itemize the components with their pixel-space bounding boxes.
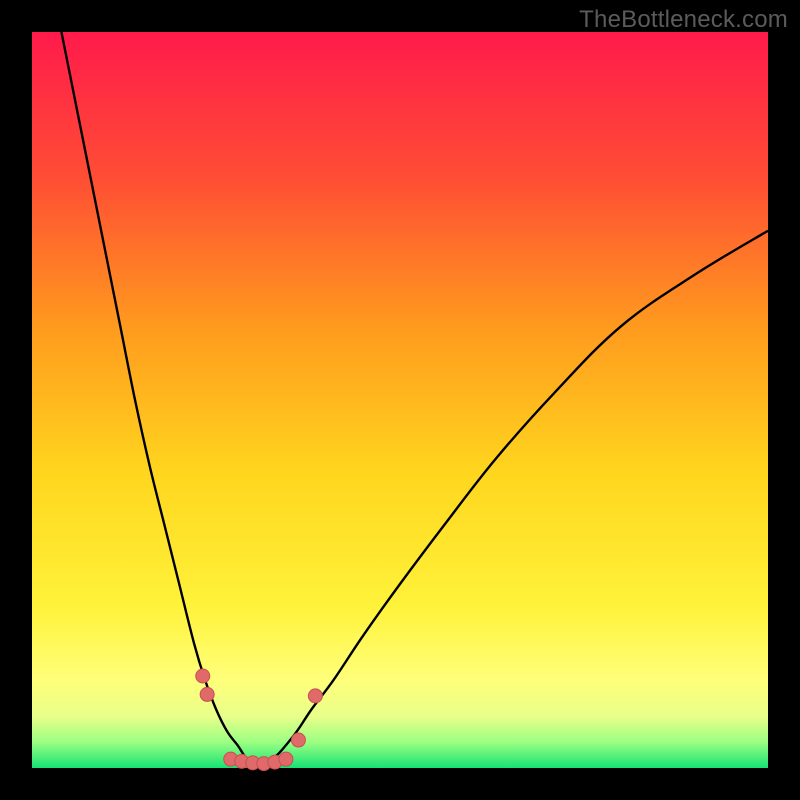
chart-frame: TheBottleneck.com bbox=[0, 0, 800, 800]
right-curve bbox=[260, 231, 768, 767]
marker-dot bbox=[308, 689, 322, 703]
left-curve bbox=[61, 32, 260, 767]
marker-dot bbox=[196, 669, 210, 683]
marker-dot bbox=[291, 733, 305, 747]
watermark-text: TheBottleneck.com bbox=[579, 6, 788, 34]
marker-dot bbox=[200, 687, 214, 701]
marker-dot bbox=[279, 752, 293, 766]
chart-svg bbox=[32, 32, 768, 768]
